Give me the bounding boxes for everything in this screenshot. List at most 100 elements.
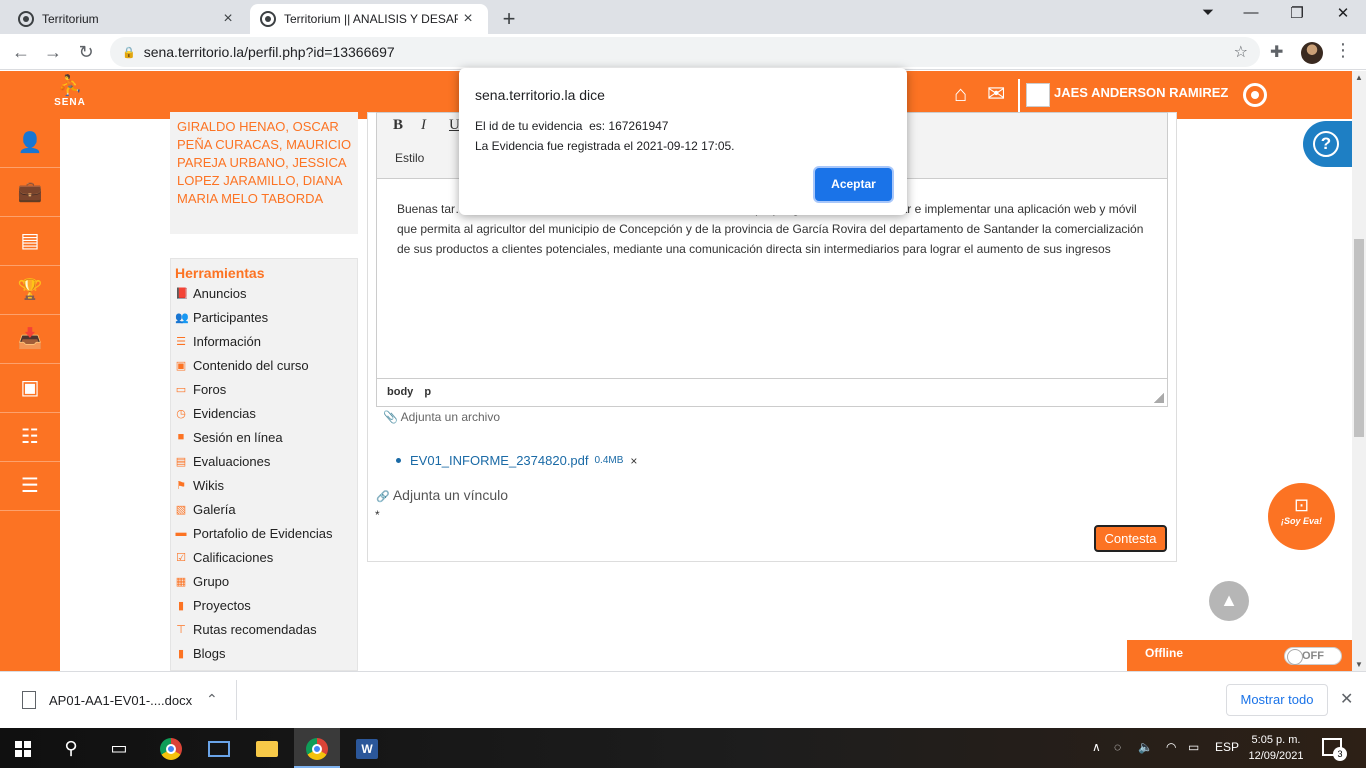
wifi-icon[interactable]: ◠ [1166,740,1176,754]
tab-title: Territorium [42,12,99,26]
tool-label: Galería [193,501,236,517]
status-toggle[interactable]: OFF [1284,647,1342,665]
dialog-title: sena.territorio.la dice [475,87,605,103]
dialog-message: El id de tu evidencia es: 167261947 La E… [475,116,735,156]
download-file-name[interactable]: AP01-AA1-EV01-....docx [49,693,192,708]
tool-item[interactable]: ⊤ Rutas recomendadas [175,619,316,639]
tool-icon: ☑ [176,551,186,564]
tool-item[interactable]: ▬ Portafolio de Evidencias [175,523,333,543]
scroll-down-arrow-icon[interactable]: ▼ [1355,660,1363,669]
territorium-favicon-icon [260,11,276,27]
show-all-button[interactable]: Mostrar todo [1226,684,1328,716]
close-tab-icon[interactable]: × [458,10,478,28]
help-button[interactable]: ? [1303,121,1353,167]
windows-logo-icon [15,741,31,758]
forward-icon[interactable]: → [41,40,65,64]
submit-button[interactable]: Contesta [1094,525,1167,552]
file-name-link[interactable]: EV01_INFORME_2374820.pdf [410,453,589,468]
italic-button[interactable]: I [421,117,426,134]
tool-icon: ⊤ [176,623,186,636]
tab-search-icon[interactable]: ⏷ [1193,4,1223,21]
resize-handle[interactable] [1154,393,1164,403]
tab-title: Territorium || ANALISIS Y DESARR [284,12,458,26]
book-icon[interactable]: ▤ [0,217,60,266]
search-icon[interactable]: ⚲ [48,728,94,768]
app-taskbar-icon[interactable] [196,728,242,768]
accept-button[interactable]: Aceptar [815,168,892,201]
clock[interactable]: 5:05 p. m. 12/09/2021 [1246,732,1306,764]
reload-icon[interactable]: ↻ [74,40,98,64]
tool-item[interactable]: ▦ Grupo [175,571,229,591]
restore-icon[interactable]: ❐ [1282,4,1312,22]
browser-tab-2[interactable]: Territorium || ANALISIS Y DESARR × [250,4,488,34]
attach-link[interactable]: 🔗 Adjunta un vínculo [376,487,508,503]
tray-overflow-icon[interactable]: ∧ [1092,740,1101,754]
profile-icon[interactable]: 👤 [0,119,60,168]
chat-status-bar[interactable]: Offline OFF [1127,640,1352,671]
tool-item[interactable]: 📕 Anuncios [175,283,246,303]
language-indicator[interactable]: ESP [1215,740,1239,754]
tool-icon: ▬ [175,527,187,539]
task-view-icon[interactable]: ▭ [96,728,142,768]
tool-label: Blogs [193,645,226,661]
tool-item[interactable]: ◷ Evidencias [175,403,256,423]
window-app-icon [208,741,230,758]
bold-button[interactable]: B [393,117,403,134]
attach-file-link[interactable]: 📎 Adjunta un archivo [383,410,500,424]
scrollbar-thumb[interactable] [1354,239,1364,437]
inbox-icon[interactable]: 📥 [0,315,60,364]
bookmark-star-icon[interactable]: ☆ [1234,42,1248,62]
notebook-icon[interactable]: ▣ [0,364,60,413]
trophy-icon[interactable]: 🏆 [0,266,60,315]
remove-file-button[interactable]: × [630,454,637,468]
tool-item[interactable]: ▤ Evaluaciones [175,451,271,471]
tool-item[interactable]: ▮ Blogs [175,643,226,663]
chrome-taskbar-icon[interactable] [148,728,194,768]
lock-icon: 🔒 [122,46,136,59]
sena-logo[interactable]: ⛹ SENA [52,75,88,115]
username[interactable]: JAES ANDERSON RAMIREZ [1054,85,1228,100]
tool-item[interactable]: ▮ Proyectos [175,595,251,615]
eva-assistant-button[interactable]: ⊡ ¡Soy Eva! [1268,483,1335,550]
user-avatar[interactable] [1026,83,1050,107]
mail-icon[interactable]: ✉ [987,83,1005,105]
tool-item[interactable]: 👥 Participantes [175,307,268,327]
tool-item[interactable]: ☑ Calificaciones [175,547,273,567]
profile-avatar[interactable] [1301,42,1323,64]
address-bar[interactable]: 🔒 sena.territorio.la/perfil.php?id=13366… [110,37,1260,67]
tool-label: Grupo [193,573,230,589]
tool-item[interactable]: ☰ Información [175,331,261,351]
battery-icon[interactable]: ▭ [1188,740,1199,754]
word-taskbar-icon[interactable]: W [344,728,390,768]
tool-item[interactable]: ⚑ Wikis [175,475,224,495]
page-scrollbar[interactable]: ▲ ▼ [1352,71,1366,671]
new-tab-button[interactable]: + [498,6,520,32]
tool-item[interactable]: ▭ Foros [175,379,226,399]
home-icon[interactable]: ⌂ [954,83,967,105]
chevron-up-icon[interactable]: ⌃ [206,691,218,708]
tool-item[interactable]: ▣ Contenido del curso [175,355,309,375]
browser-tab-1[interactable]: Territorium × [8,4,248,34]
scroll-up-arrow-icon[interactable]: ▲ [1355,73,1363,82]
start-button[interactable] [0,728,46,768]
back-icon[interactable]: ← [9,40,33,64]
hamburger-menu-icon[interactable]: ☰ [0,462,60,511]
extensions-icon[interactable]: ✚ [1270,42,1283,62]
style-dropdown[interactable]: Estilo [395,151,424,165]
briefcase-icon[interactable]: 💼 [0,168,60,217]
minimize-icon[interactable]: — [1236,4,1266,21]
menu-icon[interactable]: ⋮ [1333,40,1353,61]
tool-item[interactable]: ■ Sesión en línea [175,427,283,447]
volume-icon[interactable]: 🔈 [1138,740,1153,754]
close-tab-icon[interactable]: × [218,10,238,28]
alert-dialog: sena.territorio.la dice El id de tu evid… [459,68,907,215]
file-explorer-taskbar-icon[interactable] [244,728,290,768]
scroll-to-top-button[interactable]: ▲ [1209,581,1249,621]
chrome-profile-taskbar-icon[interactable] [294,728,340,768]
close-download-bar-icon[interactable]: ✕ [1340,689,1353,709]
eye-icon[interactable] [1243,83,1267,107]
list-icon[interactable]: ☷ [0,413,60,462]
tool-item[interactable]: ▧ Galería [175,499,236,519]
notification-center-icon[interactable]: 3 [1322,738,1347,761]
close-window-icon[interactable]: ✕ [1328,4,1358,22]
